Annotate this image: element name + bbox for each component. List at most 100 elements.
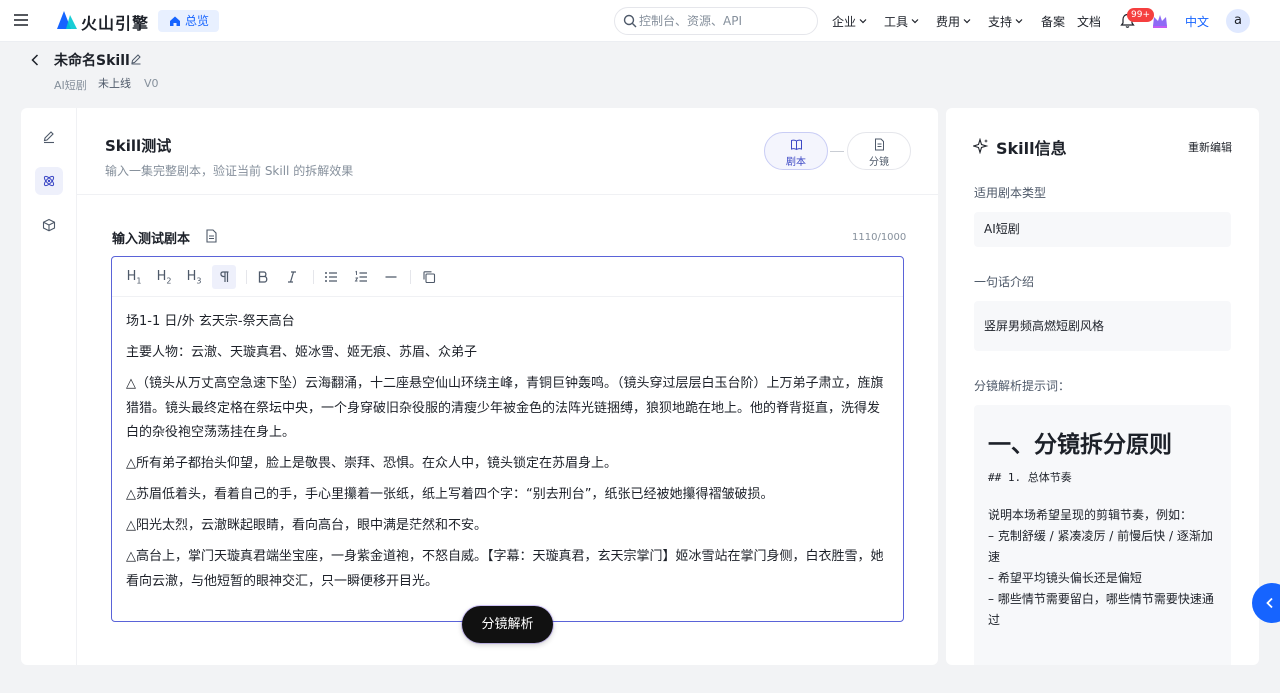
brand-name[interactable]: 火山引擎 [81,10,149,34]
avatar[interactable]: a [1226,9,1250,33]
script-content[interactable]: 场1-1 日/外 玄天宗-祭天高台 主要人物：云澈、天璇真君、姬冰雪、姬无痕、苏… [126,310,892,601]
crown-icon[interactable] [1151,13,1169,29]
prompt-line: – 希望平均镜头偏长还是偏短 [988,571,1142,585]
volcengine-logo[interactable] [56,10,78,30]
nav-menu-billing[interactable]: 费用 [936,13,971,30]
section-title: Skill测试 [105,137,172,155]
search-icon [623,14,637,28]
storyboard-analyze-button[interactable]: 分镜解析 [462,606,553,643]
re-edit-button[interactable]: 重新编辑 [1188,139,1232,155]
script-paragraph: 主要人物：云澈、天璇真君、姬冰雪、姬无痕、苏眉、众弟子 [126,345,478,360]
step-label: 分镜 [869,157,889,168]
page-title: 未命名Skill [54,53,130,69]
toolbar-separator [313,270,314,284]
prompt-subheading: ## 1. 总体节奏 [988,471,1072,484]
bold-icon [258,271,268,283]
nav-menu-label: 企业 [832,15,857,29]
prompt-body: 说明本场希望呈现的剪辑节奏，例如： – 克制舒缓 / 紧凑凌厉 / 前慢后快 /… [988,505,1217,631]
skill-info-panel: Skill信息 重新编辑 适用剧本类型 AI短剧 一句话介绍 竖屏男频高燃短剧风… [946,108,1259,665]
version-label: V0 [144,77,159,90]
nav-menu-label: 费用 [936,15,961,29]
search-box[interactable] [614,7,818,35]
editor-toolbar: H1 H2 H3 [112,257,903,297]
divider [77,194,938,195]
home-icon [170,16,180,26]
copy-icon [423,271,436,284]
script-paragraph: △阳光太烈，云澈眯起眼睛，看向高台，眼中满是茫然和不安。 [126,518,487,533]
sparkle-icon [973,138,989,154]
ordered-list-button[interactable] [349,265,373,289]
hamburger-menu-icon[interactable] [13,12,29,28]
script-editor[interactable]: H1 H2 H3 场1-1 日/外 玄天宗-祭天高台 主要人物：云澈、天璇真君、… [111,256,904,622]
horizontal-rule-button[interactable] [379,265,403,289]
panel-title: Skill信息 [996,139,1067,158]
script-type-label: 适用剧本类型 [974,186,1047,200]
rail-edit-button[interactable] [35,123,63,151]
horizontal-rule-icon [385,276,397,278]
nav-menu-enterprise[interactable]: 企业 [832,13,867,30]
nav-menu-support[interactable]: 支持 [988,13,1023,30]
step-storyboard[interactable]: 分镜 [847,132,911,170]
overview-button[interactable]: 总览 [158,10,219,32]
script-paragraph: △所有弟子都抬头仰望，脸上是敬畏、崇拜、恐惧。在众人中，镜头锁定在苏眉身上。 [126,456,617,471]
rail-test-button[interactable] [35,167,63,195]
edit-pencil-icon[interactable] [130,53,142,65]
back-arrow-icon[interactable] [30,53,40,67]
left-tool-rail [21,108,77,665]
pilcrow-icon [220,271,229,282]
character-counter: 1110/1000 [852,232,907,243]
heading-3-button[interactable]: H3 [182,265,206,289]
italic-icon [288,271,296,283]
toolbar-separator [246,270,247,284]
script-paragraph: △（镜头从万丈高空急速下坠）云海翻涌，十二座悬空仙山环绕主峰，青铜巨钟轰鸣。（镜… [126,376,884,440]
top-navigation-bar: 火山引擎 总览 企业 工具 费用 支持 备案 文档 99+ 中文 a [0,0,1280,42]
heading-3-label: H [186,269,197,284]
language-switch[interactable]: 中文 [1185,13,1209,30]
italic-button[interactable] [280,265,304,289]
edit-pencil-icon [43,131,54,144]
skill-category: AI短剧 [54,79,87,92]
chevron-down-icon [1015,19,1023,24]
heading-3-level: 3 [196,276,202,286]
script-paragraph: 场1-1 日/外 玄天宗-祭天高台 [126,314,295,329]
input-script-label: 输入测试剧本 [112,232,191,247]
heading-2-button[interactable]: H2 [152,265,176,289]
prompt-line: 说明本场希望呈现的剪辑节奏，例如： [988,508,1193,522]
intro-value: 竖屏男频高燃短剧风格 [974,301,1231,351]
search-input[interactable] [639,12,809,30]
step-script[interactable]: 剧本 [764,132,828,170]
ordered-list-icon [354,270,367,282]
chevron-down-icon [963,19,971,24]
nav-menu-tools[interactable]: 工具 [884,13,919,30]
nav-link-filing[interactable]: 备案 [1041,13,1065,30]
heading-1-label: H [126,269,137,284]
heading-2-level: 2 [166,276,172,286]
section-subtitle: 输入一集完整剧本，验证当前 Skill 的拆解效果 [105,164,354,178]
prompt-line: – 哪些情节需要留白，哪些情节需要快速通过 [988,592,1214,627]
heading-1-button[interactable]: H1 [122,265,146,289]
nav-menu-label: 工具 [884,15,909,29]
script-paragraph: △高台上，掌门天璇真君端坐宝座，一身紫金道袍，不怒自威。【字幕：天璇真君，玄天宗… [126,549,884,589]
intro-label: 一句话介绍 [974,275,1035,289]
status-badge: 未上线 [92,75,137,93]
prompt-heading: 一、分镜拆分原则 [988,432,1172,458]
rail-package-button[interactable] [35,211,63,239]
prompt-preview: 一、分镜拆分原则 ## 1. 总体节奏 说明本场希望呈现的剪辑节奏，例如： – … [974,405,1231,665]
bold-button[interactable] [251,265,275,289]
prompt-label: 分镜解析提示词： [974,379,1071,393]
paragraph-button[interactable] [212,265,236,289]
nav-menu-label: 支持 [988,15,1013,29]
script-type-value: AI短剧 [974,212,1231,247]
heading-1-level: 1 [136,276,142,286]
toolbar-separator [410,270,411,284]
bullet-list-button[interactable] [319,265,343,289]
nav-link-docs[interactable]: 文档 [1077,13,1101,30]
chevron-left-icon [1266,597,1273,609]
script-paragraph: △苏眉低着头，看着自己的手，手心里攥着一张纸，纸上写着四个字：“别去刑台”，纸张… [126,487,774,502]
skill-test-card: Skill测试 输入一集完整剧本，验证当前 Skill 的拆解效果 剧本 分镜 … [77,108,938,665]
copy-button[interactable] [417,265,441,289]
atom-icon [43,175,55,187]
document-icon[interactable] [205,229,218,243]
bullet-list-icon [325,272,337,282]
cube-icon [42,218,56,232]
